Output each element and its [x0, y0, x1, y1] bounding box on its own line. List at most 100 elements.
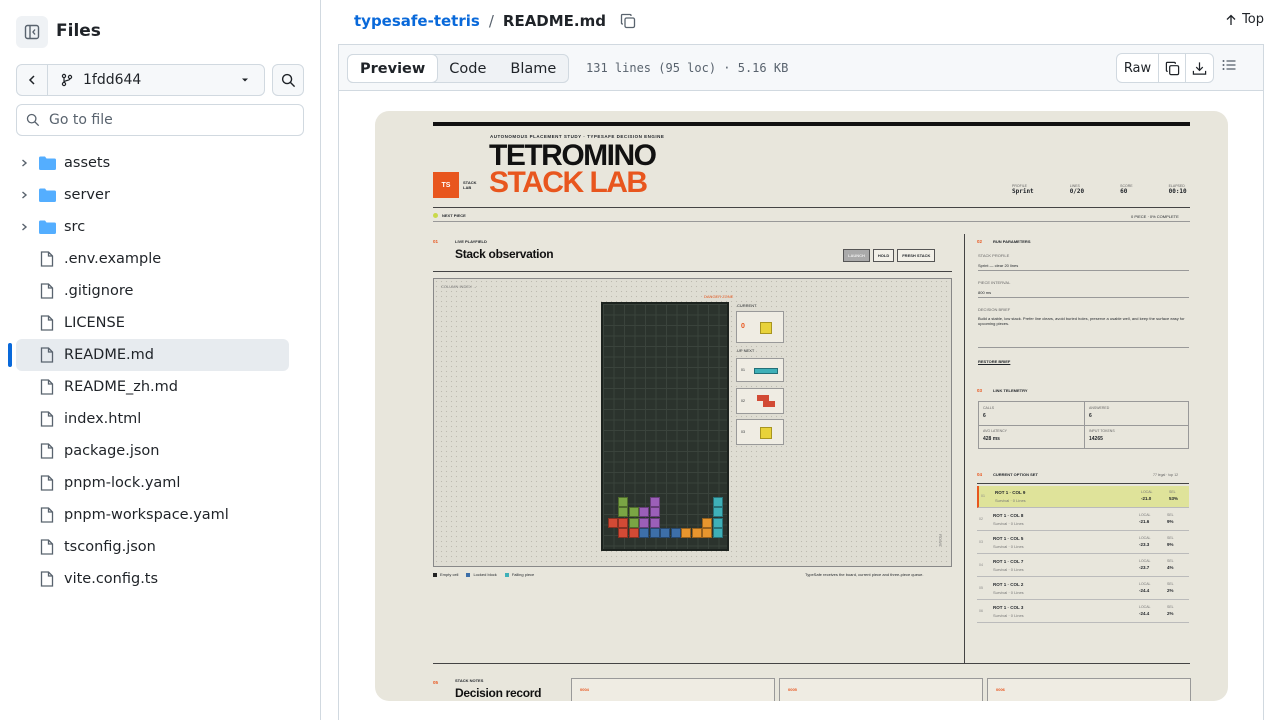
branch-picker[interactable]: 1fdd644 — [48, 65, 264, 95]
hero-title-line-2: STACK LAB — [489, 166, 648, 199]
block — [702, 528, 712, 538]
download-button[interactable] — [1186, 54, 1213, 82]
tree-item-gitignore[interactable]: .gitignore — [16, 275, 289, 307]
option-local-value: -24.4 — [1139, 588, 1150, 593]
section-divider — [433, 663, 1190, 664]
progress-label: 0 PIECE · 0% COMPLETE — [1131, 214, 1179, 219]
tree-item-readme-zh[interactable]: README_zh.md — [16, 371, 289, 403]
file-icon — [38, 443, 56, 459]
section-title: LINK TELEMETRY — [993, 388, 1028, 393]
tree-item-index-html[interactable]: index.html — [16, 403, 289, 435]
option-sel-key: SEL — [1167, 559, 1174, 563]
block — [639, 507, 649, 517]
outline-button[interactable] — [1221, 57, 1237, 77]
legend-label: Falling piece — [511, 572, 535, 577]
copy-path-button[interactable] — [620, 13, 636, 29]
tab-code[interactable]: Code — [437, 55, 498, 82]
option-sub: Survival · 0 Lines — [993, 590, 1024, 595]
file-icon — [38, 411, 56, 427]
branch-selector-group: 1fdd644 — [16, 64, 265, 96]
telemetry-key: ANSWERED — [1089, 406, 1110, 410]
option-local-value: -23.7 — [1139, 565, 1150, 570]
option-index: 04 — [979, 563, 983, 567]
fresh-stack-button: FRESH STACK — [897, 249, 936, 262]
option-percent: 9% — [1167, 542, 1174, 547]
chevron-right-icon[interactable] — [16, 158, 32, 168]
chevron-right-icon[interactable] — [16, 222, 32, 232]
o-piece-icon — [760, 427, 772, 439]
next-piece-label: NEXT PIECE — [442, 213, 466, 218]
tree-item-tsconfig[interactable]: tsconfig.json — [16, 531, 289, 563]
option-name: ROT 1 · COL 9 — [995, 490, 1026, 495]
option-sel-key: SEL — [1169, 490, 1176, 494]
i-piece-icon — [754, 368, 778, 374]
option-percent: 53% — [1169, 496, 1179, 501]
breadcrumb-file: README.md — [502, 12, 606, 30]
file-icon — [38, 251, 56, 267]
tab-blame[interactable]: Blame — [498, 55, 568, 82]
tree-item-label: package.json — [64, 443, 160, 459]
readme-hero-image: AUTONOMOUS PLACEMENT STUDY · TYPESAFE DE… — [375, 111, 1228, 701]
tree-item-pnpm-lock[interactable]: pnpm-lock.yaml — [16, 467, 289, 499]
tree-item-src[interactable]: src — [16, 211, 289, 243]
raw-button[interactable]: Raw — [1117, 54, 1159, 82]
option-row: 06 ROT 1 · COL 3 Survival · 0 Lines LOCA… — [977, 601, 1189, 623]
legend-item: Empty cell — [433, 572, 458, 577]
back-button[interactable] — [17, 65, 48, 95]
option-index: 01 — [981, 494, 985, 498]
tree-item-label: README_zh.md — [64, 379, 178, 395]
file-toolbar: Preview Code Blame 131 lines (95 loc) · … — [338, 44, 1264, 91]
go-to-file-field[interactable] — [16, 104, 304, 136]
copy-raw-button[interactable] — [1159, 54, 1186, 82]
option-local-value: -21.0 — [1141, 496, 1152, 501]
block — [702, 518, 712, 528]
tree-item-package-json[interactable]: package.json — [16, 435, 289, 467]
option-sub: Survival · 0 Lines — [993, 567, 1024, 572]
top-button[interactable]: Top — [1225, 12, 1264, 27]
option-local-key: LOCAL — [1139, 582, 1151, 586]
file-icon — [38, 539, 56, 555]
tab-preview[interactable]: Preview — [347, 54, 439, 83]
option-local-value: -21.6 — [1139, 519, 1150, 524]
stat-value: 00:10 — [1168, 188, 1187, 195]
section-title: Decision record — [455, 686, 542, 700]
option-local-value: -24.4 — [1139, 611, 1150, 616]
collapse-sidebar-button[interactable] — [16, 16, 48, 48]
tree-item-assets[interactable]: assets — [16, 147, 289, 179]
chevron-right-icon[interactable] — [16, 190, 32, 200]
note-id: 0006 — [996, 687, 1005, 692]
queue-slot-1: 01 — [736, 358, 784, 382]
block — [713, 507, 723, 517]
stat-score: SCORE 60 — [1120, 184, 1150, 195]
tree-item-pnpm-workspace[interactable]: pnpm-workspace.yaml — [16, 499, 289, 531]
status-dot — [433, 213, 438, 218]
option-sel-key: SEL — [1167, 536, 1174, 540]
option-row: 01 ROT 1 · COL 9 Survival · 0 Lines LOCA… — [977, 486, 1189, 508]
block — [713, 497, 723, 507]
tree-item-env-example[interactable]: .env.example — [16, 243, 289, 275]
stat-elapsed: ELAPSED 00:10 — [1169, 184, 1205, 195]
section-title: CURRENT OPTION SET — [993, 472, 1038, 477]
sidebar-title: Files — [56, 21, 101, 41]
tree-item-label: .env.example — [64, 251, 162, 267]
telemetry-value: 428 ms — [983, 436, 1000, 442]
danger-zone-label: DANGER ZONE — [704, 294, 734, 299]
restore-brief-link: RESTORE BRIEF — [978, 359, 1011, 364]
chevron-left-icon — [28, 75, 35, 85]
arrow-up-icon — [1226, 14, 1236, 25]
tree-item-server[interactable]: server — [16, 179, 289, 211]
block — [629, 507, 639, 517]
tree-item-vite-config[interactable]: vite.config.ts — [16, 563, 289, 595]
block — [639, 518, 649, 528]
block — [650, 528, 660, 538]
tree-item-license[interactable]: LICENSE — [16, 307, 289, 339]
search-icon — [26, 113, 40, 127]
readme-content: AUTONOMOUS PLACEMENT STUDY · TYPESAFE DE… — [338, 90, 1264, 720]
go-to-file-input[interactable] — [49, 112, 289, 128]
file-icon — [38, 283, 56, 299]
breadcrumb-repo-link[interactable]: typesafe-tetris — [354, 12, 480, 30]
option-local-key: LOCAL — [1139, 559, 1151, 563]
search-button[interactable] — [272, 64, 304, 96]
tetris-board — [601, 302, 729, 551]
tree-item-readme[interactable]: README.md — [8, 339, 289, 371]
